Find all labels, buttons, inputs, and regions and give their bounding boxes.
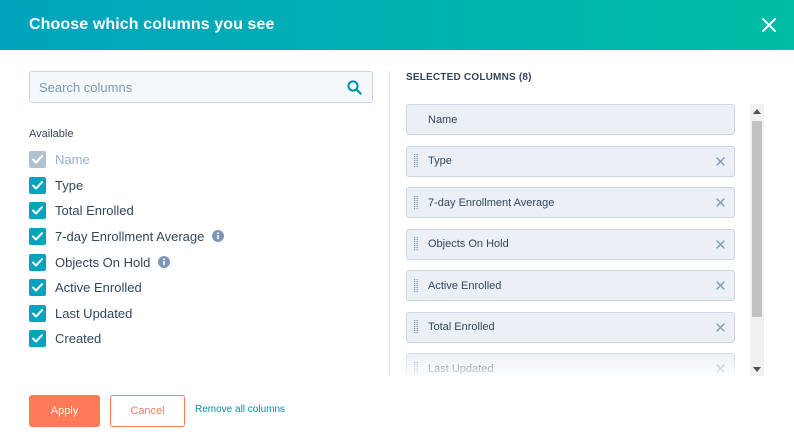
checkmark-icon — [32, 180, 43, 189]
available-column-item: Name — [29, 150, 90, 168]
checkmark-icon — [32, 231, 43, 240]
available-column-item[interactable]: Total Enrolled — [29, 201, 134, 219]
remove-column-icon[interactable] — [716, 239, 725, 249]
checkmark-icon — [32, 333, 43, 342]
drag-handle-icon[interactable] — [414, 195, 418, 210]
column-checkbox-label: Active Enrolled — [55, 279, 142, 295]
column-checkbox-label: Last Updated — [55, 305, 133, 321]
selected-column-label: 7-day Enrollment Average — [428, 196, 555, 209]
remove-all-columns-link[interactable]: Remove all columns — [195, 404, 285, 415]
selected-column-label: Active Enrolled — [428, 279, 502, 292]
search-box — [29, 71, 373, 103]
modal-header: Choose which columns you see — [0, 0, 794, 50]
available-column-item[interactable]: Active Enrolled — [29, 278, 142, 296]
available-column-item[interactable]: Last Updated — [29, 304, 132, 322]
close-button[interactable] — [758, 14, 780, 36]
checkmark-icon — [32, 257, 43, 266]
column-checkbox[interactable] — [29, 278, 46, 296]
available-label: Available — [29, 128, 74, 140]
selected-column-label: Total Enrolled — [428, 321, 495, 333]
selected-column-label: Name — [428, 113, 458, 126]
available-column-item[interactable]: Objects On Hold — [29, 253, 171, 271]
panel-divider — [389, 71, 390, 376]
drag-handle-icon[interactable] — [414, 278, 418, 293]
info-icon[interactable] — [158, 256, 171, 268]
drag-handle-icon[interactable] — [414, 361, 418, 376]
drag-handle-icon[interactable] — [414, 237, 418, 251]
scroll-thumb[interactable] — [752, 121, 762, 317]
column-checkbox[interactable] — [29, 304, 46, 322]
info-icon[interactable] — [212, 230, 225, 242]
available-column-item[interactable]: Type — [29, 176, 83, 194]
selected-column-item[interactable]: 7-day Enrollment Average — [406, 187, 735, 218]
apply-button[interactable]: Apply — [29, 395, 100, 427]
remove-column-icon[interactable] — [716, 156, 725, 166]
column-checkbox-label: 7-day Enrollment Average — [55, 228, 205, 244]
available-column-item[interactable]: Created — [29, 329, 101, 347]
column-checkbox-label: Name — [55, 151, 90, 167]
drag-handle-icon[interactable] — [414, 154, 418, 168]
caret-up-icon — [753, 108, 761, 114]
search-input[interactable] — [30, 72, 372, 102]
column-checkbox — [29, 150, 46, 168]
column-checkbox[interactable] — [29, 176, 46, 194]
selected-column-item[interactable]: Last Updated — [406, 353, 735, 376]
checkmark-icon — [32, 205, 43, 214]
close-icon — [762, 18, 776, 32]
column-checkbox[interactable] — [29, 227, 46, 245]
selected-column-item[interactable]: Total Enrolled — [406, 311, 735, 343]
search-icon[interactable] — [347, 80, 362, 95]
column-checkbox-label: Created — [55, 330, 102, 346]
column-checkbox[interactable] — [29, 329, 46, 347]
selected-column-item[interactable]: Type — [406, 145, 735, 177]
scroll-down-arrow[interactable] — [750, 362, 764, 376]
selected-column-item[interactable]: Objects On Hold — [406, 228, 735, 260]
selected-columns-scrollbar[interactable] — [750, 104, 764, 376]
modal-title: Choose which columns you see — [29, 16, 275, 33]
cancel-button[interactable]: Cancel — [110, 395, 185, 427]
column-search-panel — [29, 71, 373, 103]
column-checkbox-label: Objects On Hold — [55, 254, 151, 270]
selected-column-item[interactable]: Active Enrolled — [406, 270, 735, 301]
checkmark-icon — [32, 282, 43, 291]
checkmark-icon — [32, 154, 43, 163]
available-column-item[interactable]: 7-day Enrollment Average — [29, 227, 225, 245]
remove-column-icon[interactable] — [716, 364, 725, 373]
column-checkbox[interactable] — [29, 253, 46, 271]
caret-down-icon — [753, 366, 761, 372]
selected-columns-list: Name Type 7-day Enrollment Average Objects … — [406, 104, 736, 376]
selected-column-label: Objects On Hold — [428, 238, 509, 250]
column-checkbox-label: Total Enrolled — [55, 202, 134, 218]
selected-column-label: Type — [428, 155, 452, 167]
scroll-up-arrow[interactable] — [750, 104, 764, 118]
column-checkbox-label: Type — [55, 177, 84, 193]
drag-handle-icon[interactable] — [414, 320, 418, 334]
remove-column-icon[interactable] — [716, 281, 725, 290]
remove-column-icon[interactable] — [716, 198, 725, 207]
selected-column-locked: Name — [406, 104, 735, 135]
column-checkbox[interactable] — [29, 201, 46, 219]
selected-columns-title: SELECTED COLUMNS (8) — [406, 72, 532, 83]
selected-column-label: Last Updated — [428, 362, 494, 375]
checkmark-icon — [32, 308, 43, 317]
remove-column-icon[interactable] — [716, 322, 725, 332]
